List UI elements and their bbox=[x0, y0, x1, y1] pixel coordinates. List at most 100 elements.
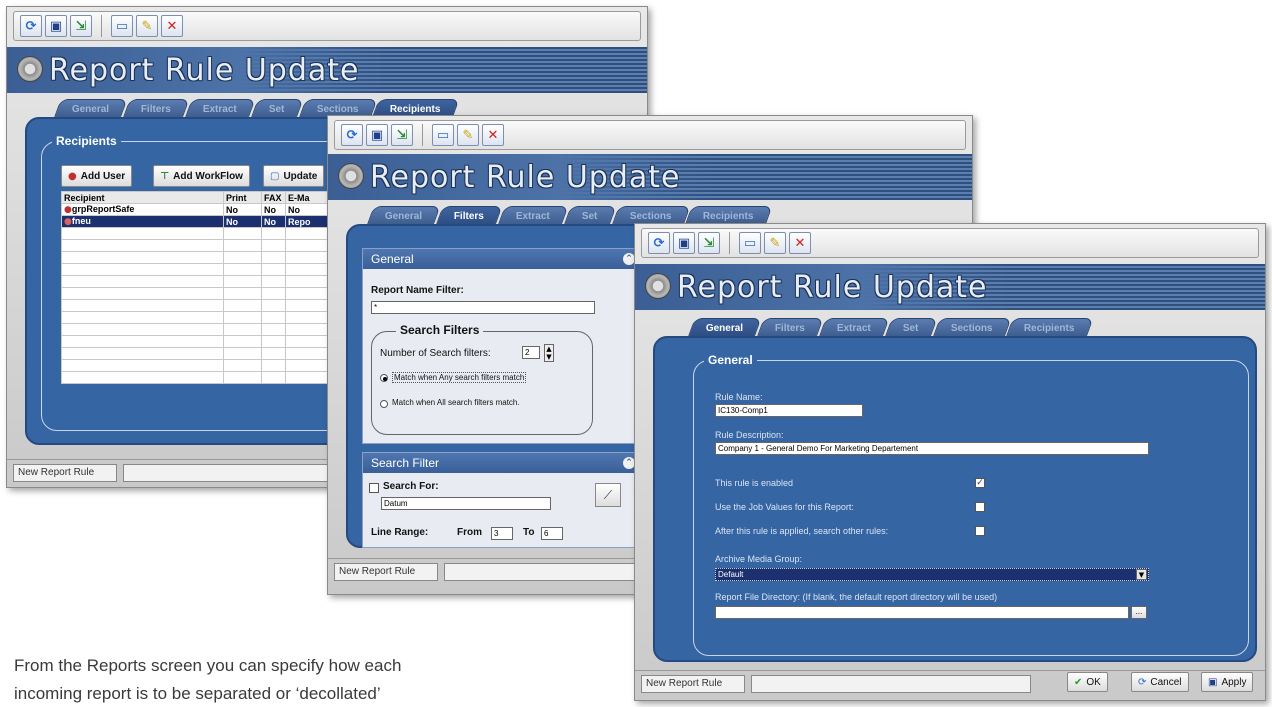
num-search-filters-input[interactable]: 2 bbox=[522, 346, 540, 359]
edit-icon[interactable]: ✎ bbox=[457, 124, 479, 146]
job-values-label: Use the Job Values for this Report: bbox=[715, 502, 854, 512]
chevron-down-icon[interactable]: ▼ bbox=[1136, 569, 1147, 580]
table-row[interactable] bbox=[61, 227, 361, 240]
general-section: General ⌃ Report Name Filter: * Search F… bbox=[362, 248, 642, 444]
tab-filters[interactable]: Filters bbox=[435, 206, 503, 226]
tab-sections[interactable]: Sections bbox=[932, 318, 1012, 338]
tab-general[interactable]: General bbox=[53, 99, 128, 119]
new-document-icon[interactable]: ▭ bbox=[111, 15, 133, 37]
save-icon[interactable]: ▣ bbox=[673, 232, 695, 254]
cancel-button[interactable]: ⟳ Cancel bbox=[1131, 672, 1189, 692]
user-icon: ● bbox=[68, 170, 77, 182]
apply-button[interactable]: ▣ Apply bbox=[1201, 672, 1254, 692]
table-row[interactable]: ●grpReportSafe No No No bbox=[61, 203, 361, 216]
cancel-icon: ⟳ bbox=[1138, 676, 1147, 688]
table-row[interactable] bbox=[61, 239, 361, 252]
column-header-print[interactable]: Print bbox=[223, 191, 262, 204]
search-for-checkbox[interactable] bbox=[369, 483, 379, 493]
tab-extract[interactable]: Extract bbox=[497, 206, 569, 226]
tab-recipients[interactable]: Recipients bbox=[1005, 318, 1094, 338]
table-row[interactable] bbox=[61, 299, 361, 312]
table-row[interactable] bbox=[61, 323, 361, 336]
spinner-icon[interactable]: ▲ ▼ bbox=[544, 344, 554, 362]
wand-icon[interactable]: ⟋ bbox=[595, 483, 621, 507]
rule-description-label: Rule Description: bbox=[715, 430, 784, 440]
from-input[interactable]: 3 bbox=[491, 527, 513, 540]
recipients-table: Recipient Print FAX E-Ma ●grpReportSafe … bbox=[61, 191, 361, 384]
enabled-label: This rule is enabled bbox=[715, 478, 794, 488]
table-row[interactable] bbox=[61, 287, 361, 300]
add-workflow-button[interactable]: ⊤ Add WorkFlow bbox=[153, 165, 250, 187]
table-row[interactable] bbox=[61, 335, 361, 348]
edit-icon[interactable]: ✎ bbox=[136, 15, 158, 37]
rule-description-input[interactable]: Company 1 - General Demo For Marketing D… bbox=[715, 442, 1149, 455]
tab-panel: General Rule Name: IC130-Comp1 Rule Desc… bbox=[653, 336, 1257, 662]
save-icon[interactable]: ▣ bbox=[366, 124, 388, 146]
tab-extract[interactable]: Extract bbox=[184, 99, 256, 119]
new-document-icon[interactable]: ▭ bbox=[739, 232, 761, 254]
report-dir-input[interactable] bbox=[715, 606, 1129, 619]
update-icon: ▢ bbox=[270, 170, 280, 182]
rule-name-input[interactable]: IC130-Comp1 bbox=[715, 404, 863, 417]
search-other-label: After this rule is applied, search other… bbox=[715, 526, 889, 536]
search-for-input[interactable]: Datum bbox=[381, 497, 551, 510]
delete-icon[interactable]: ✕ bbox=[161, 15, 183, 37]
match-all-radio[interactable] bbox=[380, 400, 388, 408]
column-header-fax[interactable]: FAX bbox=[261, 191, 286, 204]
archive-group-select[interactable]: Default ▼ bbox=[715, 568, 1149, 581]
report-dir-label: Report File Directory: (If blank, the de… bbox=[715, 592, 998, 602]
refresh-icon[interactable]: ⟳ bbox=[20, 15, 42, 37]
ok-button[interactable]: ✔ OK bbox=[1067, 672, 1108, 692]
group-title: General bbox=[704, 353, 757, 367]
search-other-checkbox[interactable] bbox=[975, 526, 985, 536]
tab-set[interactable]: Set bbox=[250, 99, 304, 119]
line-range-label: Line Range: bbox=[371, 527, 429, 538]
to-input[interactable]: 6 bbox=[541, 527, 563, 540]
window-title: Report Rule Update bbox=[677, 270, 988, 305]
tab-filters[interactable]: Filters bbox=[756, 318, 824, 338]
table-row[interactable] bbox=[61, 371, 361, 384]
job-values-checkbox[interactable] bbox=[975, 502, 985, 512]
from-label: From bbox=[457, 527, 482, 538]
report-name-filter-input[interactable]: * bbox=[371, 301, 595, 314]
add-user-button[interactable]: ● Add User bbox=[61, 165, 133, 187]
delete-icon[interactable]: ✕ bbox=[482, 124, 504, 146]
delete-icon[interactable]: ✕ bbox=[789, 232, 811, 254]
table-row[interactable] bbox=[61, 347, 361, 360]
enabled-checkbox[interactable]: ✓ bbox=[975, 478, 985, 488]
report-rule-window-general: ⟳ ▣ ⇲ ▭ ✎ ✕ Report Rule Update General F… bbox=[634, 223, 1266, 701]
table-row[interactable] bbox=[61, 263, 361, 276]
title-banner: Report Rule Update bbox=[7, 47, 647, 93]
save-icon[interactable]: ▣ bbox=[45, 15, 67, 37]
table-row[interactable] bbox=[61, 275, 361, 288]
browse-button[interactable]: ... bbox=[1131, 606, 1147, 619]
match-any-radio[interactable] bbox=[380, 374, 388, 382]
title-banner: Report Rule Update bbox=[328, 154, 972, 200]
tab-set[interactable]: Set bbox=[884, 318, 938, 338]
refresh-icon[interactable]: ⟳ bbox=[341, 124, 363, 146]
export-icon[interactable]: ⇲ bbox=[391, 124, 413, 146]
table-row[interactable]: ●fneu No No Repo bbox=[61, 215, 361, 228]
update-button[interactable]: ▢ Update bbox=[263, 165, 325, 187]
tab-set[interactable]: Set bbox=[563, 206, 617, 226]
export-icon[interactable]: ⇲ bbox=[698, 232, 720, 254]
table-row[interactable] bbox=[61, 311, 361, 324]
caption-line-2: incoming report is to be separated or ‘d… bbox=[14, 684, 381, 703]
toolbar: ⟳ ▣ ⇲ ▭ ✎ ✕ bbox=[641, 228, 1259, 258]
tab-extract[interactable]: Extract bbox=[818, 318, 890, 338]
table-row[interactable] bbox=[61, 359, 361, 372]
new-document-icon[interactable]: ▭ bbox=[432, 124, 454, 146]
tab-general[interactable]: General bbox=[687, 318, 762, 338]
edit-icon[interactable]: ✎ bbox=[764, 232, 786, 254]
checkmark-icon: ✔ bbox=[1074, 676, 1083, 688]
tab-filters[interactable]: Filters bbox=[122, 99, 190, 119]
window-title: Report Rule Update bbox=[49, 53, 360, 88]
export-icon[interactable]: ⇲ bbox=[70, 15, 92, 37]
column-header-recipient[interactable]: Recipient bbox=[61, 191, 224, 204]
tab-general[interactable]: General bbox=[366, 206, 441, 226]
search-for-label: Search For: bbox=[383, 481, 439, 492]
refresh-icon[interactable]: ⟳ bbox=[648, 232, 670, 254]
rule-name-label: Rule Name: bbox=[715, 392, 763, 402]
table-row[interactable] bbox=[61, 251, 361, 264]
status-text: New Report Rule bbox=[13, 463, 117, 482]
